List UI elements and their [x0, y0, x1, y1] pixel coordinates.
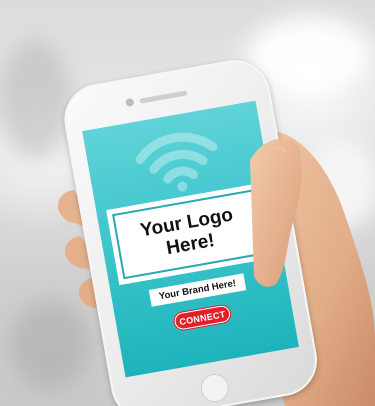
- brand-text: Your Brand Here!: [158, 277, 237, 303]
- wifi-icon: [135, 132, 218, 192]
- speaker-grille: [139, 90, 188, 104]
- logo-text: Your Logo Here!: [138, 204, 235, 260]
- phone-screen: Your Logo Here! Your Brand Here! CONNECT: [82, 100, 299, 378]
- camera-icon: [125, 97, 135, 108]
- connect-button[interactable]: CONNECT: [173, 304, 232, 331]
- brand-placeholder: Your Brand Here!: [148, 273, 247, 307]
- logo-placeholder: Your Logo Here!: [106, 183, 272, 286]
- home-button[interactable]: [198, 371, 231, 405]
- background-photo: Your Logo Here! Your Brand Here! CONNECT: [0, 0, 375, 406]
